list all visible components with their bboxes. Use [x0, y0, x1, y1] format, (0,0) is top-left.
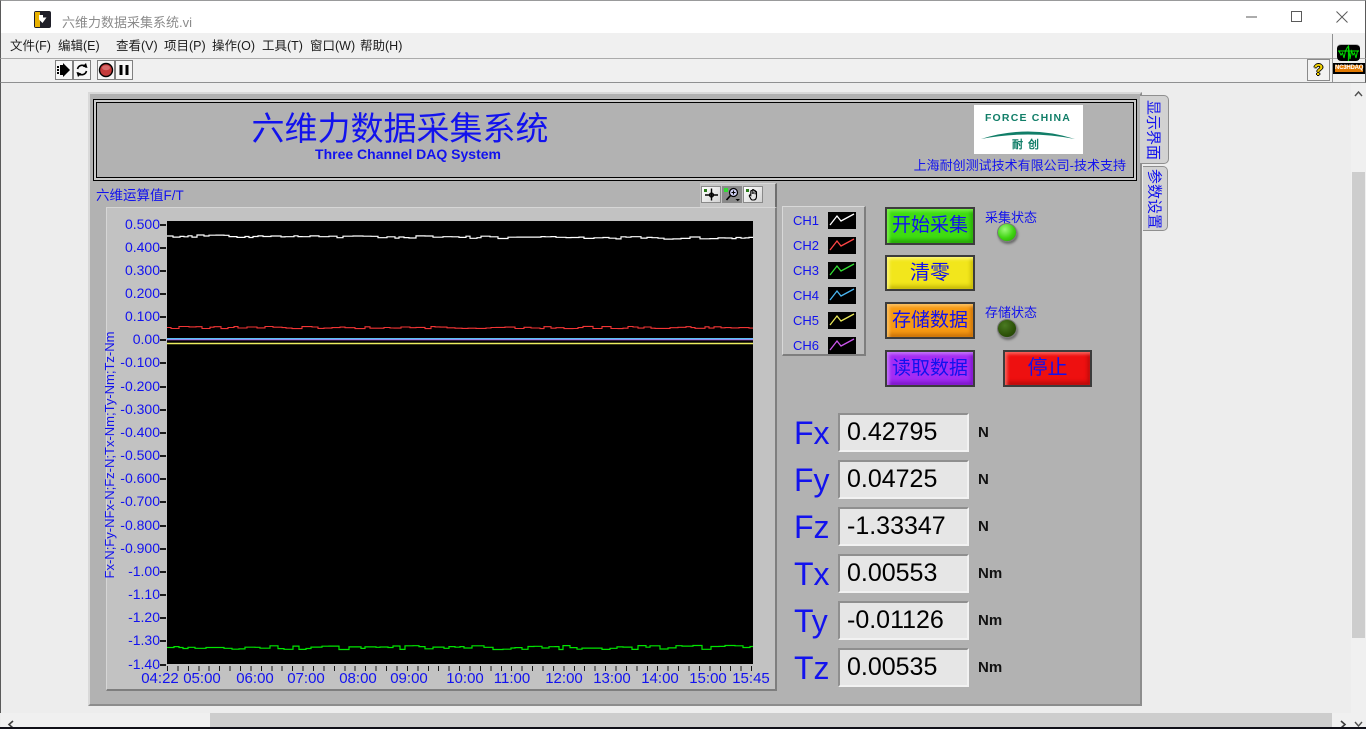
svg-text:FORCE CHINA: FORCE CHINA: [985, 112, 1071, 124]
svg-text:耐创: 耐创: [1012, 137, 1044, 151]
